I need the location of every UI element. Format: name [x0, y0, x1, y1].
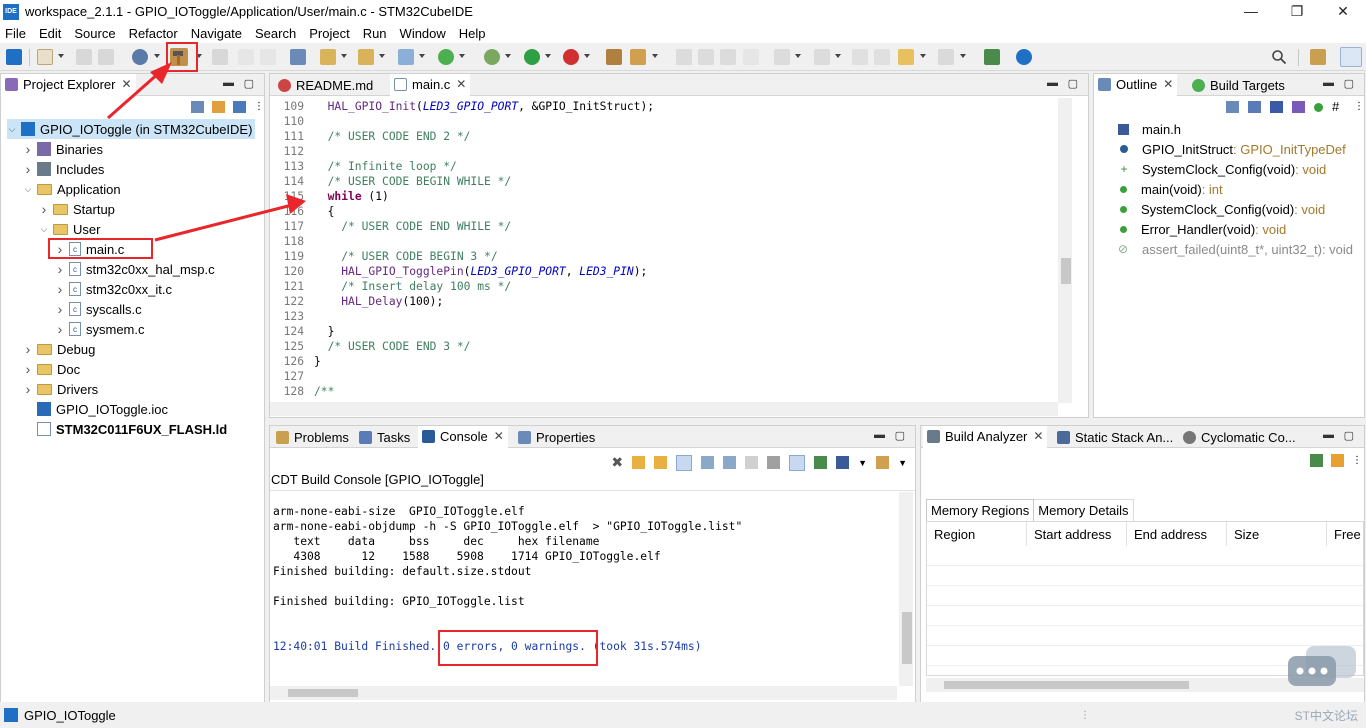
chat-bubble-icon: [1288, 646, 1356, 686]
watermark-text: ST中文论坛: [1294, 708, 1358, 723]
status-separator: ⋮: [1080, 709, 1090, 721]
status-bar: GPIO_IOToggle ⋮ ST中文论坛: [0, 702, 1366, 728]
annotation-arrows: [107, 62, 306, 242]
status-project-name: GPIO_IOToggle: [24, 707, 116, 723]
forum-watermark-logo: [1286, 646, 1358, 698]
project-icon: [4, 708, 18, 722]
